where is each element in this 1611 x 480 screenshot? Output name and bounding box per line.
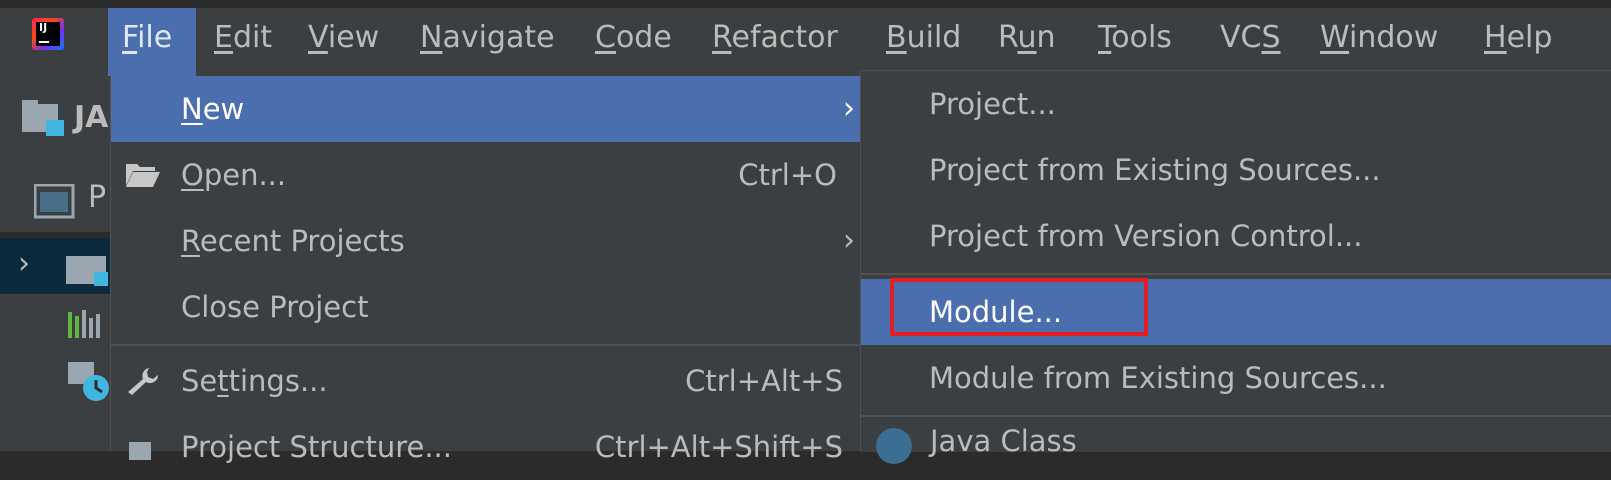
file-menu-dropdown: New › Open... Ctrl+O Recent Projects › C…	[110, 76, 862, 464]
chevron-right-icon: ›	[843, 91, 855, 126]
window-icon	[34, 184, 75, 219]
new-module-from-existing-sources[interactable]: Module from Existing Sources...	[861, 345, 1611, 411]
project-name: JA	[74, 100, 109, 135]
file-menu-close-project[interactable]: Close Project	[111, 274, 861, 340]
menu-build[interactable]: Build	[872, 8, 975, 76]
wrench-icon	[128, 368, 159, 395]
new-project-from-existing-sources[interactable]: Project from Existing Sources...	[861, 137, 1611, 203]
intellij-logo-icon: IJ	[32, 18, 64, 50]
libraries-icon	[68, 310, 100, 338]
file-menu-settings[interactable]: Settings... Ctrl+Alt+S	[111, 348, 861, 414]
folder-open-icon	[126, 164, 160, 187]
project-view-row: P	[0, 162, 110, 232]
file-menu-recent-projects[interactable]: Recent Projects ›	[111, 208, 861, 274]
project-header: JA	[0, 76, 110, 163]
menu-separator	[111, 344, 861, 346]
menu-bar: IJ File Edit View Navigate Code Refactor…	[0, 0, 1611, 76]
file-menu-open[interactable]: Open... Ctrl+O	[111, 142, 861, 208]
project-structure-icon	[129, 442, 151, 460]
java-class-icon	[876, 428, 912, 464]
new-submenu: Project... Project from Existing Sources…	[860, 70, 1611, 452]
menu-refactor[interactable]: Refactor	[698, 8, 852, 76]
file-menu-new[interactable]: New ›	[111, 76, 861, 142]
chevron-right-icon[interactable]: ›	[18, 246, 30, 281]
new-project-from-version-control[interactable]: Project from Version Control...	[861, 203, 1611, 269]
menu-separator	[861, 273, 1611, 275]
module-folder-icon	[66, 256, 108, 286]
tree-row-scratches[interactable]	[0, 356, 110, 418]
menu-window[interactable]: Window	[1306, 8, 1452, 76]
tree-row-selected[interactable]: ›	[0, 238, 110, 294]
menu-navigate[interactable]: Navigate	[406, 8, 569, 76]
new-java-class[interactable]: Java Class	[930, 424, 1077, 458]
menu-separator	[861, 415, 1611, 417]
chevron-right-icon: ›	[843, 223, 855, 258]
menu-run[interactable]: Run	[984, 8, 1070, 76]
scratches-icon	[68, 362, 109, 401]
file-menu-project-structure[interactable]: Project Structure... Ctrl+Alt+Shift+S	[111, 414, 861, 480]
highlight-annotation	[890, 278, 1148, 336]
project-folder-icon	[22, 100, 64, 136]
tree-row-libraries[interactable]	[0, 294, 110, 356]
menu-view[interactable]: View	[294, 8, 393, 76]
tree-row	[0, 418, 110, 451]
menu-edit[interactable]: Edit	[200, 8, 286, 76]
menu-tools[interactable]: Tools	[1084, 8, 1186, 76]
new-project[interactable]: Project...	[861, 71, 1611, 137]
menu-vcs[interactable]: VCS	[1206, 8, 1295, 76]
menu-help[interactable]: Help	[1470, 8, 1566, 76]
menu-file[interactable]: File	[108, 8, 196, 76]
menu-code[interactable]: Code	[581, 8, 686, 76]
